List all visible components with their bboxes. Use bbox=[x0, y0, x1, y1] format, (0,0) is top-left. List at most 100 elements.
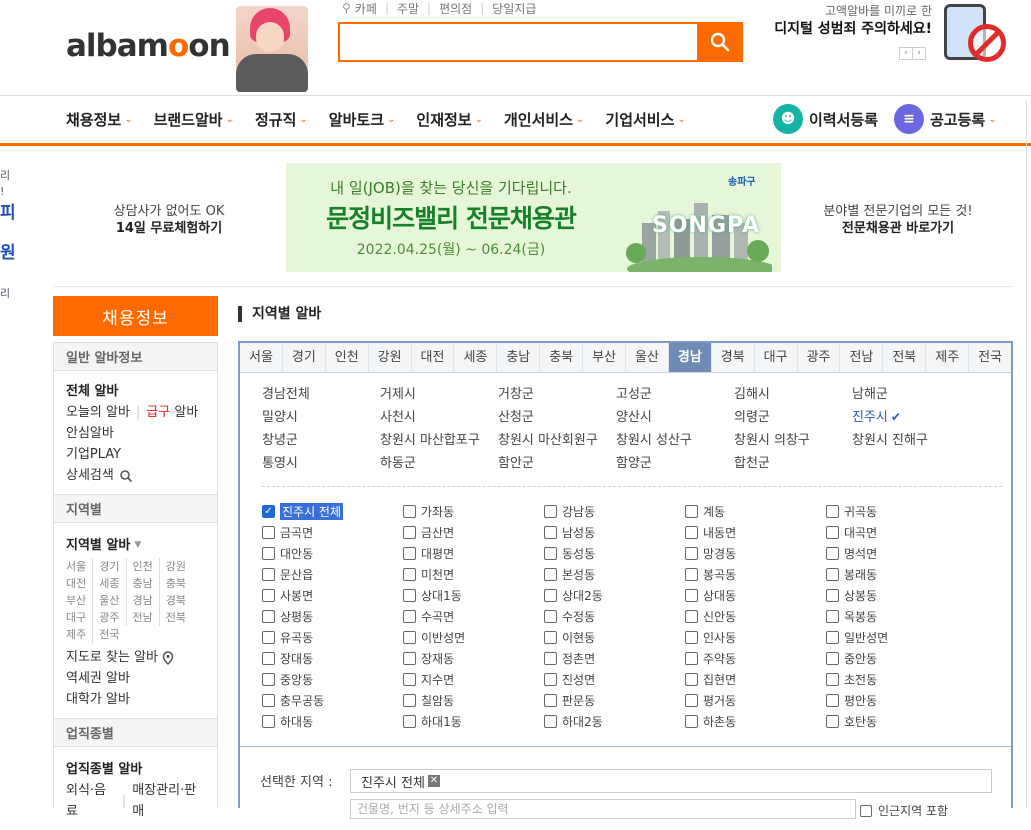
city-link[interactable]: 창원시 마산합포구 bbox=[380, 431, 498, 450]
quick-link-weekend[interactable]: 주말 bbox=[397, 0, 419, 17]
checkbox-box[interactable] bbox=[262, 694, 275, 707]
region-link[interactable]: 전북 bbox=[158, 609, 192, 626]
promo-text-line2[interactable]: 디지털 성범죄 주의하세요! bbox=[744, 18, 932, 38]
dong-checkbox[interactable]: 망경동 bbox=[685, 543, 826, 564]
city-link[interactable]: 사천시 bbox=[380, 408, 498, 427]
checkbox-box[interactable] bbox=[826, 547, 839, 560]
region-link[interactable]: 전국 bbox=[92, 626, 125, 643]
region-link[interactable]: 제주 bbox=[66, 626, 92, 643]
city-link[interactable]: 통영시 bbox=[262, 454, 380, 473]
city-link[interactable]: 밀양시 bbox=[262, 408, 380, 427]
city-link[interactable]: 창녕군 bbox=[262, 431, 380, 450]
region-tab[interactable]: 울산 bbox=[626, 343, 669, 372]
checkbox-box[interactable] bbox=[403, 589, 416, 602]
region-link[interactable]: 전남 bbox=[125, 609, 159, 626]
checkbox-box[interactable] bbox=[403, 610, 416, 623]
checkbox-box[interactable] bbox=[685, 589, 698, 602]
region-tab[interactable]: 인천 bbox=[326, 343, 369, 372]
region-tab[interactable]: 서울 bbox=[240, 343, 283, 372]
region-link[interactable]: 세종 bbox=[92, 575, 125, 592]
dong-checkbox[interactable]: 하대1동 bbox=[403, 711, 544, 732]
left-nav-company-play[interactable]: 기업PLAY bbox=[66, 444, 205, 465]
region-tab[interactable]: 충남 bbox=[497, 343, 541, 372]
checkbox-box[interactable] bbox=[262, 652, 275, 665]
nav-item-fulltime[interactable]: 정규직 ⌄ bbox=[255, 109, 308, 130]
checkbox-box[interactable] bbox=[544, 526, 557, 539]
checkbox-box[interactable] bbox=[544, 715, 557, 728]
dong-checkbox[interactable]: 미천면 bbox=[403, 564, 544, 585]
city-link[interactable]: 경남전체 bbox=[262, 385, 380, 404]
dong-checkbox[interactable]: 귀곡동 bbox=[826, 501, 967, 522]
region-tab[interactable]: 대전 bbox=[412, 343, 455, 372]
dong-checkbox[interactable]: 상대1동 bbox=[403, 585, 544, 606]
left-side-banner[interactable]: 리 ! 피 원 리 bbox=[0, 168, 24, 302]
dong-checkbox[interactable]: 옥봉동 bbox=[826, 606, 967, 627]
checkbox-box[interactable] bbox=[826, 631, 839, 644]
dong-checkbox[interactable]: 상봉동 bbox=[826, 585, 967, 606]
nav-item-brand[interactable]: 브랜드알바 ⌄ bbox=[154, 109, 234, 130]
include-nearby-checkbox[interactable]: 인근지역 포함 bbox=[860, 802, 948, 819]
dong-checkbox[interactable]: 계동 bbox=[685, 501, 826, 522]
dong-checkbox[interactable]: 평거동 bbox=[685, 690, 826, 711]
region-tab[interactable]: 광주 bbox=[798, 343, 841, 372]
dong-checkbox[interactable]: 진성면 bbox=[544, 669, 685, 690]
checkbox-box[interactable] bbox=[544, 673, 557, 686]
region-link[interactable]: 울산 bbox=[92, 592, 125, 609]
dong-checkbox[interactable]: 대곡면 bbox=[826, 522, 967, 543]
left-nav-job-alba[interactable]: 업직종별 알바 bbox=[66, 759, 205, 780]
nav-item-corporate[interactable]: 기업서비스 ⌄ bbox=[605, 109, 685, 130]
dong-checkbox[interactable]: 하대동 bbox=[262, 711, 403, 732]
dong-checkbox[interactable]: 대안동 bbox=[262, 543, 403, 564]
nav-item-jobinfo[interactable]: 채용정보 ⌄ bbox=[66, 109, 133, 130]
city-link[interactable]: 양산시 bbox=[616, 408, 734, 427]
dong-checkbox[interactable]: 신안동 bbox=[685, 606, 826, 627]
checkbox-box[interactable] bbox=[544, 610, 557, 623]
city-link[interactable]: 거창군 bbox=[498, 385, 616, 404]
dong-checkbox[interactable]: 중안동 bbox=[826, 648, 967, 669]
dong-checkbox[interactable]: 수곡면 bbox=[403, 606, 544, 627]
left-nav-all-alba[interactable]: 전체 알바 bbox=[66, 381, 205, 402]
city-link[interactable]: 창원시 성산구 bbox=[616, 431, 734, 450]
dong-checkbox[interactable]: 지수면 bbox=[403, 669, 544, 690]
region-link[interactable]: 부산 bbox=[66, 592, 92, 609]
dong-checkbox[interactable]: 장대동 bbox=[262, 648, 403, 669]
dong-checkbox[interactable]: 명석면 bbox=[826, 543, 967, 564]
region-link[interactable]: 인천 bbox=[125, 558, 159, 575]
city-link[interactable]: 창원시 마산회원구 bbox=[498, 431, 616, 450]
dong-checkbox[interactable]: 사봉면 bbox=[262, 585, 403, 606]
region-tab[interactable]: 전북 bbox=[883, 343, 927, 372]
dong-checkbox[interactable]: 중앙동 bbox=[262, 669, 403, 690]
checkbox-box[interactable] bbox=[685, 652, 698, 665]
address-input[interactable]: 건물명, 번지 등 상세주소 입력 bbox=[350, 799, 856, 819]
city-link[interactable]: 함안군 bbox=[498, 454, 616, 473]
dong-checkbox[interactable]: 정촌면 bbox=[544, 648, 685, 669]
checkbox-box[interactable] bbox=[826, 673, 839, 686]
promo-next-button[interactable]: › bbox=[912, 47, 926, 60]
checkbox-box[interactable]: ✓ bbox=[262, 505, 275, 518]
dong-checkbox[interactable]: 남성동 bbox=[544, 522, 685, 543]
checkbox-box[interactable] bbox=[685, 694, 698, 707]
checkbox-box[interactable] bbox=[826, 652, 839, 665]
checkbox-box[interactable] bbox=[262, 715, 275, 728]
dong-checkbox[interactable]: 장재동 bbox=[403, 648, 544, 669]
dong-checkbox[interactable]: 집현면 bbox=[685, 669, 826, 690]
left-nav-map-alba[interactable]: 지도로 찾는 알바 bbox=[66, 647, 205, 668]
city-link[interactable]: 창원시 진해구 bbox=[852, 431, 970, 450]
dong-checkbox[interactable]: 강남동 bbox=[544, 501, 685, 522]
dong-checkbox[interactable]: 수정동 bbox=[544, 606, 685, 627]
checkbox-box[interactable] bbox=[544, 589, 557, 602]
region-link[interactable]: 경남 bbox=[125, 592, 159, 609]
region-tab[interactable]: 대구 bbox=[755, 343, 798, 372]
region-link[interactable]: 광주 bbox=[92, 609, 125, 626]
left-nav-today-alba[interactable]: 오늘의 알바 | 급구 알바 bbox=[66, 402, 205, 423]
job-post-button[interactable]: ≡ 공고등록 ⌄ bbox=[894, 104, 997, 134]
region-link[interactable]: 경북 bbox=[158, 592, 192, 609]
banner-right-line2[interactable]: 전문채용관 바로가기 bbox=[783, 217, 1013, 236]
city-link[interactable]: 김해시 bbox=[734, 385, 852, 404]
region-tab[interactable]: 경기 bbox=[283, 343, 326, 372]
region-link[interactable]: 강원 bbox=[158, 558, 192, 575]
checkbox-box[interactable] bbox=[403, 694, 416, 707]
left-nav-safe-alba[interactable]: 안심알바 bbox=[66, 423, 205, 444]
checkbox-box[interactable] bbox=[262, 526, 275, 539]
checkbox-box[interactable] bbox=[262, 589, 275, 602]
